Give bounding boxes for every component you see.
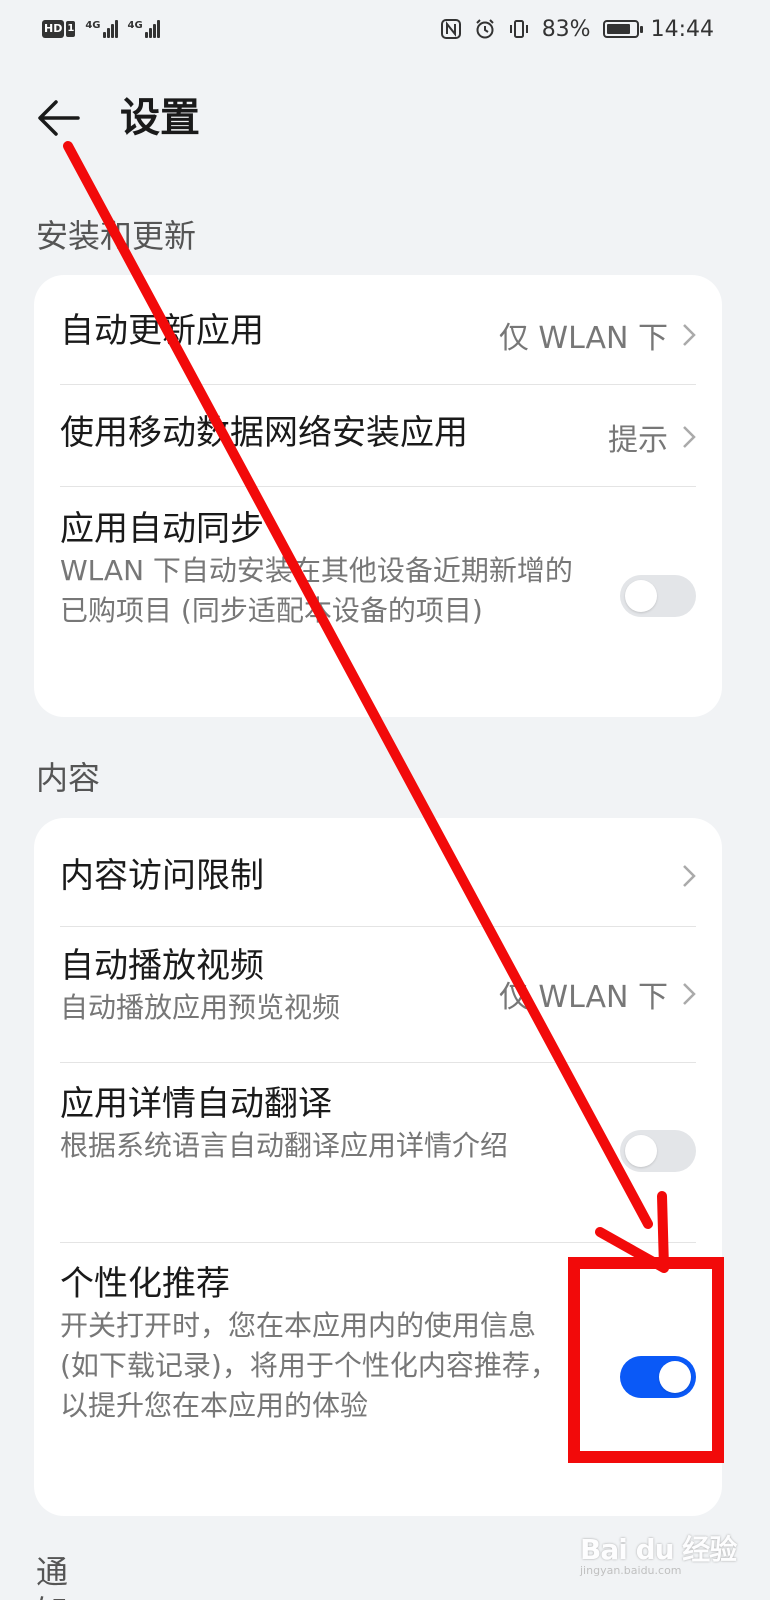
auto-sync-toggle[interactable] xyxy=(620,575,696,617)
annotation-highlight-box xyxy=(568,1257,724,1463)
section-label-content: 内容 xyxy=(36,759,101,797)
install-card: 自动更新应用 仅 WLAN 下 使用移动数据网络安装应用 提示 应用自动同步 W… xyxy=(34,275,722,717)
divider xyxy=(60,926,696,927)
row-value-wrap: 仅 WLAN 下 xyxy=(499,972,696,1016)
divider xyxy=(60,486,696,487)
baidu-watermark: Bai du 经验 jingyan.baidu.com xyxy=(580,1528,737,1577)
row-mobile-data-install[interactable]: 使用移动数据网络安装应用 提示 xyxy=(60,411,696,465)
section-label-notification: 通知 xyxy=(36,1553,69,1600)
hd-indicator: HD 1 xyxy=(42,20,76,38)
sim-badge: 1 xyxy=(66,21,76,37)
row-value: 仅 WLAN 下 xyxy=(498,980,668,1015)
app-bar: 设置 xyxy=(0,78,770,158)
status-bar: HD 1 4G 4G 83% 14:44 xyxy=(0,0,770,60)
alarm-icon xyxy=(475,19,494,39)
divider xyxy=(60,1242,696,1243)
vibrate-icon xyxy=(509,20,528,38)
signal-icon-1: 4G xyxy=(85,20,118,38)
row-title: 应用自动同步 xyxy=(60,509,264,549)
back-button[interactable] xyxy=(32,90,88,146)
watermark-brand: Bai du 经验 xyxy=(580,1533,737,1566)
divider xyxy=(60,1062,696,1063)
row-value-wrap: 提示 xyxy=(608,415,696,459)
network-type-1: 4G xyxy=(85,20,101,31)
back-arrow-icon xyxy=(38,100,80,136)
row-value: 仅 WLAN 下 xyxy=(498,321,668,356)
chevron-right-icon xyxy=(683,426,696,448)
chevron-right-icon xyxy=(683,983,696,1005)
row-subtitle: WLAN 下自动安装在其他设备近期新增的已购项目 (同步适配本设备的项目) xyxy=(60,554,573,627)
row-subtitle: 根据系统语言自动翻译应用详情介绍 xyxy=(60,1129,509,1162)
row-value-wrap xyxy=(682,864,696,888)
row-auto-sync: 应用自动同步 WLAN 下自动安装在其他设备近期新增的已购项目 (同步适配本设备… xyxy=(60,507,696,697)
row-autoplay-video[interactable]: 自动播放视频 自动播放应用预览视频 仅 WLAN 下 xyxy=(60,944,696,1044)
nfc-icon xyxy=(440,19,461,39)
battery-percent: 83% xyxy=(541,16,591,42)
auto-translate-toggle[interactable] xyxy=(620,1130,696,1172)
row-value: 提示 xyxy=(608,423,668,458)
signal-icon-2: 4G xyxy=(128,20,160,38)
status-right: 83% 14:44 xyxy=(440,12,714,46)
chevron-right-icon xyxy=(683,865,696,887)
clock: 14:44 xyxy=(650,16,714,42)
row-title: 使用移动数据网络安装应用 xyxy=(60,413,468,453)
battery-icon xyxy=(602,20,643,38)
network-type-2: 4G xyxy=(127,20,143,31)
divider xyxy=(60,384,696,385)
row-auto-translate: 应用详情自动翻译 根据系统语言自动翻译应用详情介绍 xyxy=(60,1082,696,1232)
section-label-install: 安装和更新 xyxy=(36,217,197,255)
chevron-right-icon xyxy=(683,324,696,346)
row-title: 应用详情自动翻译 xyxy=(60,1084,332,1124)
row-content-restriction[interactable]: 内容访问限制 xyxy=(60,854,696,908)
hd-badge: HD xyxy=(42,20,65,38)
row-value-wrap: 仅 WLAN 下 xyxy=(499,313,696,357)
row-title: 内容访问限制 xyxy=(60,856,264,896)
row-auto-update[interactable]: 自动更新应用 仅 WLAN 下 xyxy=(60,309,696,363)
row-subtitle: 开关打开时，您在本应用内的使用信息 (如下载记录)，将用于个性化内容推荐，以提升… xyxy=(60,1309,558,1422)
page-title: 设置 xyxy=(120,95,200,141)
status-left: HD 1 4G 4G xyxy=(42,14,160,44)
